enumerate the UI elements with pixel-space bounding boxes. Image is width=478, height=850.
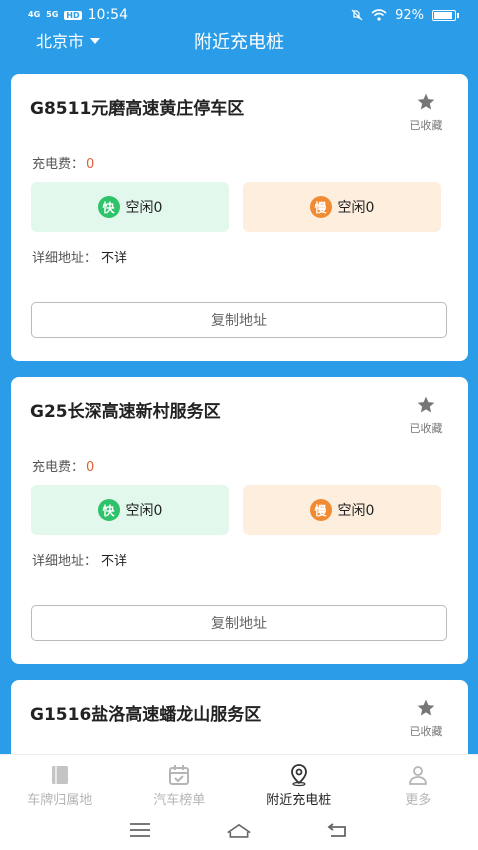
wifi-icon <box>371 9 387 21</box>
slow-charger-status: 慢 空闲0 <box>243 485 441 535</box>
station-name: G25长深高速新村服务区 <box>30 402 221 422</box>
slow-badge: 慢 <box>309 196 332 218</box>
nav-nearby-chargers[interactable]: 附近充电桩 <box>239 755 359 810</box>
address-row: 详细地址： 不详 <box>32 247 127 266</box>
fee-label: 充电费： <box>32 157 85 172</box>
slow-badge: 慢 <box>309 499 332 521</box>
star-icon <box>417 93 435 110</box>
fee-value: 0 <box>86 460 95 475</box>
book-icon <box>51 766 68 784</box>
nav-more[interactable]: 更多 <box>359 755 478 810</box>
station-card: G25长深高速新村服务区 已收藏 充电费： 0 快 空闲0 慢 空闲0 详细地址：… <box>11 377 468 664</box>
address-value: 不详 <box>101 251 128 266</box>
fee-row: 充电费： 0 <box>32 456 94 475</box>
station-card: G8511元磨高速黄庄停车区 已收藏 充电费： 0 快 空闲0 慢 空闲0 详细地… <box>11 74 468 361</box>
address-row: 详细地址： 不详 <box>32 550 127 569</box>
status-bar: 4G 5G HD 10:54 92% <box>0 0 478 30</box>
fee-row: 充电费： 0 <box>32 153 94 172</box>
mute-icon <box>351 9 363 21</box>
calendar-check-icon <box>169 765 190 785</box>
hd-icon: HD <box>64 10 82 20</box>
favorite-button[interactable]: 已收藏 <box>404 698 448 739</box>
nav-plate-location[interactable]: 车牌归属地 <box>0 755 120 810</box>
nav-car-ranking[interactable]: 汽车榜单 <box>120 755 240 810</box>
favorite-label: 已收藏 <box>409 725 443 738</box>
nav-label: 汽车榜单 <box>153 793 206 808</box>
favorite-label: 已收藏 <box>409 422 443 435</box>
fast-charger-status: 快 空闲0 <box>31 182 229 232</box>
fast-charger-status: 快 空闲0 <box>31 485 229 535</box>
favorite-button[interactable]: 已收藏 <box>404 395 448 436</box>
nav-label: 附近充电桩 <box>266 793 332 808</box>
address-label: 详细地址： <box>32 251 98 266</box>
slow-free-count: 空闲0 <box>337 503 375 519</box>
user-icon <box>409 766 428 785</box>
system-nav-bar <box>0 810 478 850</box>
fee-label: 充电费： <box>32 460 85 475</box>
signal-5g-icon: 5G <box>46 10 59 19</box>
menu-icon[interactable] <box>127 819 153 841</box>
home-icon[interactable] <box>226 819 252 841</box>
slow-free-count: 空闲0 <box>337 200 375 216</box>
station-name: G1516盐洛高速蟠龙山服务区 <box>30 705 262 725</box>
favorite-label: 已收藏 <box>409 119 443 132</box>
slow-charger-status: 慢 空闲0 <box>243 182 441 232</box>
address-label: 详细地址： <box>32 554 98 569</box>
station-name: G8511元磨高速黄庄停车区 <box>30 99 245 119</box>
page-title: 附近充电桩 <box>194 32 284 53</box>
station-list[interactable]: G8511元磨高速黄庄停车区 已收藏 充电费： 0 快 空闲0 慢 空闲0 详细地… <box>11 74 468 754</box>
fast-free-count: 空闲0 <box>125 200 163 216</box>
favorite-button[interactable]: 已收藏 <box>404 92 448 133</box>
back-icon[interactable] <box>325 819 351 841</box>
nav-label: 更多 <box>405 793 432 808</box>
copy-address-button[interactable]: 复制地址 <box>31 605 447 641</box>
star-icon <box>417 699 435 716</box>
fast-badge: 快 <box>97 196 120 218</box>
fee-value: 0 <box>86 157 95 172</box>
status-right: 92% <box>351 7 459 23</box>
address-value: 不详 <box>101 554 128 569</box>
status-time: 10:54 <box>87 7 128 23</box>
nav-label: 车牌归属地 <box>27 793 93 808</box>
station-card: G1516盐洛高速蟠龙山服务区 已收藏 <box>11 680 468 754</box>
star-icon <box>417 396 435 413</box>
fast-free-count: 空闲0 <box>125 503 163 519</box>
location-pin-icon <box>290 764 307 787</box>
copy-address-button[interactable]: 复制地址 <box>31 302 447 338</box>
header: 北京市 附近充电桩 <box>0 30 478 74</box>
battery-percent: 92% <box>395 7 424 23</box>
signal-4g-icon: 4G <box>28 10 41 19</box>
battery-icon <box>432 9 459 21</box>
status-left: 4G 5G HD 10:54 <box>28 7 128 23</box>
fast-badge: 快 <box>97 499 120 521</box>
bottom-nav: 车牌归属地 汽车榜单 附近充电桩 更多 <box>0 754 478 810</box>
